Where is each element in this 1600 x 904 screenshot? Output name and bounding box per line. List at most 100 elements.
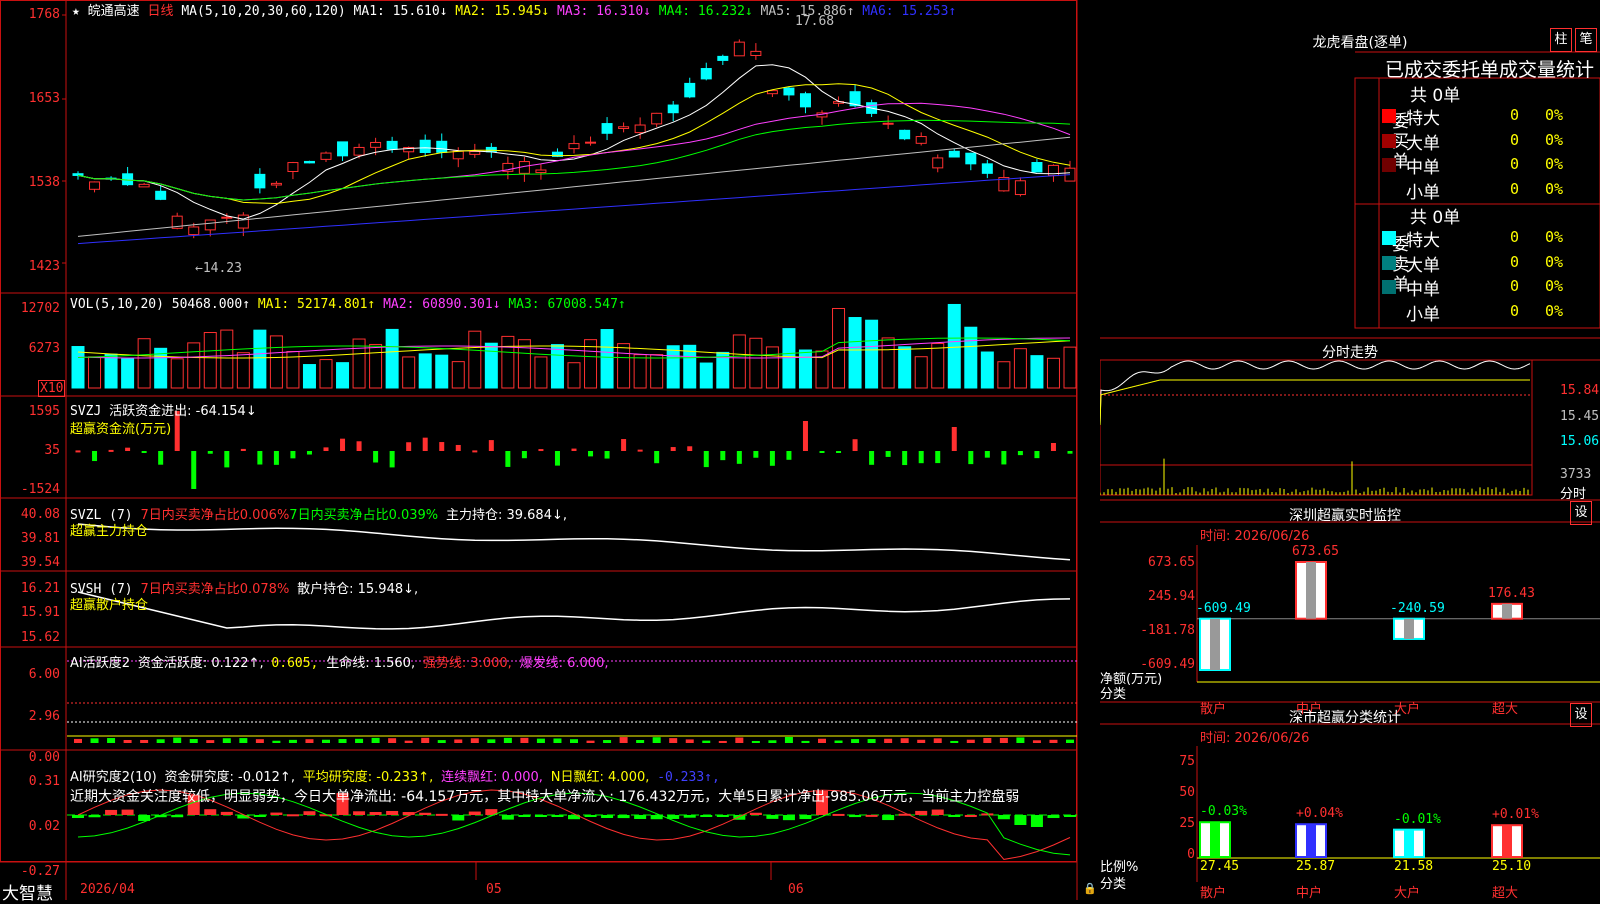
fund-flow-bar	[819, 451, 825, 453]
volume-bar	[848, 317, 862, 389]
sz-monitor-settings-button[interactable]: 设	[1570, 501, 1592, 525]
volume-bar	[865, 319, 879, 389]
volume-bar	[600, 329, 614, 389]
candle-body	[303, 160, 315, 164]
sz-classify-bar-shade	[1306, 824, 1316, 857]
svzj-tick: -1524	[20, 482, 60, 497]
sz-monitor-time: 时间: 2026/06/26	[1200, 529, 1310, 544]
period-label[interactable]: 日线	[148, 4, 174, 19]
active-bar	[685, 739, 694, 743]
order-stats-tabs[interactable]: 已成交委托单成交量统计	[1385, 55, 1594, 82]
volume-bar	[1046, 357, 1060, 389]
svzl-subtitle: 超赢主力持仓	[70, 524, 149, 539]
volume-bar	[418, 353, 432, 389]
research-bar	[386, 810, 399, 815]
fund-flow-bar	[769, 451, 775, 466]
brand-logo: 大智慧	[2, 884, 53, 904]
volume-bar	[501, 335, 515, 389]
chart-area[interactable]: 1768 1653 1538 1423 ★ 皖通高速 日线 MA(5,10,20…	[0, 0, 1100, 904]
fund-flow-bar	[125, 447, 131, 451]
volume-bar	[997, 361, 1011, 389]
active-bar	[917, 739, 926, 743]
candle-body	[915, 136, 927, 144]
volume-bar	[253, 329, 267, 389]
sell-row-count: 0	[1510, 228, 1520, 246]
active-bar	[404, 740, 413, 743]
buy-row-type: 特大	[1406, 109, 1440, 129]
fund-flow-bar	[422, 437, 428, 451]
svzl-tick: 39.81	[20, 531, 60, 546]
buy-row-count: 0	[1510, 155, 1520, 173]
volume-bar	[567, 362, 581, 389]
research-bar	[353, 811, 366, 815]
ai-active-tick: 0.00	[28, 750, 60, 765]
ma-params: MA(5,10,20,30,60,120)	[181, 4, 346, 19]
candle-body	[651, 112, 663, 125]
sz-classify-change: -0.03%	[1200, 804, 1247, 820]
sz-monitor-bar-shade	[1210, 618, 1220, 670]
volume-bar	[319, 359, 333, 389]
fund-flow-bar	[918, 451, 924, 464]
volume-bar	[947, 303, 961, 389]
sz-monitor-category: 散户	[1200, 702, 1227, 717]
candle-body	[287, 162, 299, 172]
pen-mode-button[interactable]: 笔	[1575, 28, 1597, 52]
fund-flow-bar	[257, 451, 263, 465]
kline-chart[interactable]	[0, 0, 1100, 900]
fund-flow-bar	[108, 449, 114, 452]
sz-classify-category: 中户	[1296, 886, 1323, 901]
volume-bar	[699, 362, 713, 389]
sz-classify-time: 时间: 2026/06/26	[1200, 731, 1310, 746]
ai-research-tick: -0.27	[20, 864, 60, 879]
fund-flow-bar	[406, 442, 412, 451]
sell-row-pct: 0%	[1545, 301, 1564, 320]
candle-body	[89, 181, 101, 190]
fund-flow-bar	[158, 451, 164, 465]
active-bar	[288, 739, 297, 743]
volume-bar	[137, 338, 151, 389]
volume-bar	[1063, 346, 1077, 389]
sell-row-swatch	[1382, 255, 1396, 270]
research-bar	[1047, 815, 1060, 819]
sell-row-type: 小单	[1406, 304, 1440, 325]
fund-flow-bar	[75, 450, 81, 453]
research-bar	[617, 815, 630, 819]
fund-flow-bar	[885, 451, 891, 457]
ai-active-tick: 6.00	[28, 667, 60, 682]
fund-flow-bar	[488, 440, 494, 451]
active-bar	[900, 738, 909, 743]
bar-mode-button[interactable]: 柱	[1550, 28, 1572, 52]
research-bar	[286, 814, 299, 817]
sz-monitor-bar-shade	[1502, 603, 1512, 619]
low-price-mark: ←14.23	[195, 261, 242, 276]
fund-flow-bar	[141, 451, 147, 453]
fund-flow-bar	[968, 451, 974, 465]
sz-classify-settings-button[interactable]: 设	[1570, 703, 1592, 727]
sz-monitor-value: -609.49	[1196, 600, 1251, 616]
fund-flow-bar	[240, 448, 246, 451]
active-bar	[487, 739, 496, 743]
vol-unit-badge[interactable]: X10	[38, 380, 66, 397]
research-bar	[997, 815, 1010, 820]
ai-active-tick: 2.96	[28, 709, 60, 724]
lock-icon[interactable]: 🔒	[1083, 882, 1097, 895]
svzl-green-text: 7日内买卖净占比0.039%	[289, 508, 439, 523]
research-bar	[72, 815, 84, 819]
volume-bar	[914, 356, 928, 389]
candle-body	[270, 182, 282, 186]
volume-bar	[88, 356, 102, 389]
sz-monitor-tick: -181.78	[1140, 623, 1195, 638]
active-bar	[784, 737, 793, 743]
active-bar	[123, 739, 132, 743]
fund-flow-bar	[670, 447, 676, 451]
date-tick: 05	[486, 882, 502, 897]
sz-classify-value: 25.87	[1296, 859, 1336, 874]
buy-total: 共 0单	[1410, 86, 1461, 106]
fund-flow-bar	[521, 451, 527, 459]
favorite-star-icon[interactable]: ★	[72, 4, 80, 19]
research-bar	[270, 812, 283, 815]
volume-bar	[468, 330, 482, 389]
research-bar	[1030, 815, 1043, 827]
sz-monitor-bar-shade	[1306, 562, 1316, 619]
fund-flow-bar	[951, 427, 957, 451]
